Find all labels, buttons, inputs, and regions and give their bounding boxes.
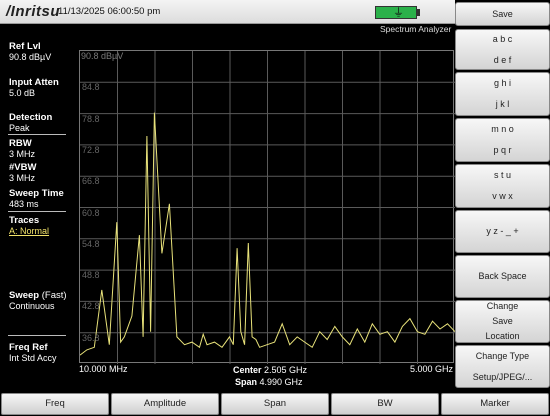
softkey-4[interactable]: m n o p q r xyxy=(455,118,550,162)
y-tick-label: 60.8 xyxy=(82,207,100,218)
softkey-panel: Save a b c d e f g h i j k l m n o p q r s t u v… xyxy=(455,0,550,392)
sweep-title-text: Sweep xyxy=(9,290,40,301)
input-atten-block: Input Atten 5.0 dB xyxy=(9,77,59,99)
softkey-8[interactable]: Change Save Location xyxy=(455,300,550,343)
softkey-label: Change xyxy=(486,301,519,311)
span-value: 4.990 GHz xyxy=(259,377,303,387)
softkey-label: Change Type xyxy=(475,350,530,361)
freq-ref-title: Freq Ref xyxy=(9,342,48,353)
rbw-title: RBW xyxy=(9,138,32,149)
rbw-value: 3 MHz xyxy=(9,149,36,159)
sweep-time-value: 483 ms xyxy=(9,199,39,209)
center-frequency: Center 2.505 GHz xyxy=(233,365,307,375)
sweep-qualifier: (Fast) xyxy=(41,290,67,301)
softkey-label: j k l xyxy=(495,99,510,109)
spectrum-plot xyxy=(79,50,455,364)
softkey-9[interactable]: Change Type Setup/JPEG/... xyxy=(455,345,550,388)
traces-title: Traces xyxy=(9,215,40,226)
softkey-label: g h i xyxy=(493,78,511,88)
softkey-3[interactable]: g h i j k l xyxy=(455,72,550,116)
softkey-label: Setup/JPEG/... xyxy=(472,371,533,382)
y-tick-label: 36.8 xyxy=(82,332,100,343)
ref-level-block: Ref Lvl 90.8 dBµV xyxy=(9,41,51,63)
menu-freq[interactable]: Freq xyxy=(1,393,109,415)
sweep-time-block: Sweep Time 483 ms xyxy=(9,188,64,210)
separator xyxy=(8,211,66,212)
ref-level-label: 90.8 dBµV xyxy=(81,51,124,61)
softkey-label: Location xyxy=(485,331,520,341)
traces-block: Traces A: Normal xyxy=(9,215,49,237)
x-stop-label: 5.000 GHz xyxy=(410,364,454,374)
span-label: Span xyxy=(235,377,258,387)
sweep-value: Continuous xyxy=(9,301,55,311)
softkey-label: a b c xyxy=(492,33,513,44)
menu-marker[interactable]: Marker xyxy=(441,393,549,415)
spectrum-svg xyxy=(80,51,455,364)
y-tick-label: 48.8 xyxy=(82,270,100,281)
bottom-menu-bar: Freq Amplitude Span BW Marker xyxy=(0,392,550,416)
y-tick-label: 78.8 xyxy=(82,113,100,124)
softkey-label: Back Space xyxy=(478,271,527,281)
plug-icon: ⏚ xyxy=(393,7,404,19)
menu-amplitude[interactable]: Amplitude xyxy=(111,393,219,415)
softkey-label: y z - _ + xyxy=(486,226,519,236)
detection-block: Detection Peak xyxy=(9,112,52,134)
softkey-label: p q r xyxy=(493,145,512,155)
brand-logo: /Inritsu xyxy=(6,3,61,20)
softkey-label: m n o xyxy=(491,124,514,134)
sweep-block: Sweep (Fast) Continuous xyxy=(9,290,67,312)
trace-a-link[interactable]: A: Normal xyxy=(9,226,49,237)
left-status-panel: Ref Lvl 90.8 dBµV Input Atten 5.0 dB Det… xyxy=(0,24,78,392)
softkey-5[interactable]: s t u v w x xyxy=(455,164,550,208)
menu-span[interactable]: Span xyxy=(221,393,329,415)
vbw-title: #VBW xyxy=(9,162,37,173)
sweep-time-title: Sweep Time xyxy=(9,188,64,199)
softkey-label: Save xyxy=(492,8,513,19)
y-tick-label: 84.8 xyxy=(82,82,100,93)
softkey-label: v w x xyxy=(492,191,513,201)
softkey-7[interactable]: Back Space xyxy=(455,255,550,298)
x-start-label: 10.000 MHz xyxy=(79,364,128,374)
detection-title: Detection xyxy=(9,112,53,123)
detection-value: Peak xyxy=(9,123,30,133)
y-tick-label: 66.8 xyxy=(82,176,100,187)
freq-ref-value: Int Std Accy xyxy=(9,353,57,363)
softkey-6[interactable]: y z - _ + xyxy=(455,210,550,253)
softkey-label: d e f xyxy=(493,54,512,65)
y-tick-label: 42.8 xyxy=(82,301,100,312)
softkey-label: s t u xyxy=(493,170,511,180)
center-label: Center xyxy=(233,365,262,375)
ref-level-value: 90.8 dBµV xyxy=(9,52,52,62)
battery-tip xyxy=(417,9,420,16)
menu-bw[interactable]: BW xyxy=(331,393,439,415)
y-tick-label: 54.8 xyxy=(82,238,100,249)
sweep-title: Sweep (Fast) xyxy=(9,290,67,301)
datetime: 11/13/2025 06:00:50 pm xyxy=(58,6,161,17)
rbw-block: RBW 3 MHz xyxy=(9,138,35,160)
softkey-1[interactable]: Save xyxy=(455,2,550,26)
separator xyxy=(8,134,66,135)
input-atten-title: Input Atten xyxy=(9,77,59,88)
ref-level-title: Ref Lvl xyxy=(9,41,41,52)
vbw-value: 3 MHz xyxy=(9,173,36,183)
status-bar: /Inritsu 11/13/2025 06:00:50 pm ⏚ xyxy=(0,0,455,24)
separator xyxy=(8,335,66,336)
mode-label: Spectrum Analyzer xyxy=(380,24,452,34)
span-frequency: Span 4.990 GHz xyxy=(235,377,303,387)
softkey-2[interactable]: a b c d e f xyxy=(455,29,550,70)
center-value: 2.505 GHz xyxy=(264,365,308,375)
freq-ref-block: Freq Ref Int Std Accy xyxy=(9,342,57,364)
softkey-label: Save xyxy=(492,316,513,326)
y-tick-label: 72.8 xyxy=(82,144,100,155)
input-atten-value: 5.0 dB xyxy=(9,88,36,98)
vbw-block: #VBW 3 MHz xyxy=(9,162,36,184)
